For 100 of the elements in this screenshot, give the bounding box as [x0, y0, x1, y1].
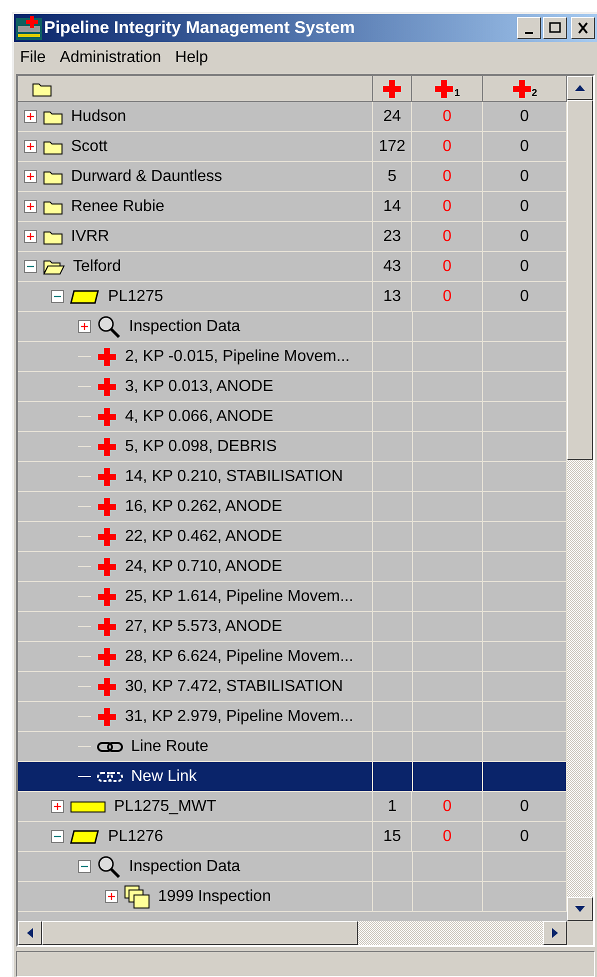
- count-total: 172: [378, 136, 406, 156]
- count-total: 1: [388, 796, 397, 816]
- count-level-one: 0: [442, 226, 452, 246]
- tree-label: Durward & Dauntless: [71, 166, 222, 186]
- count-level-one: 0: [442, 256, 452, 276]
- tree-label: 27, KP 5.573, ANODE: [125, 616, 282, 636]
- tree-row[interactable]: 24, KP 0.710, ANODE: [18, 552, 567, 582]
- chain-link-icon: [97, 740, 123, 754]
- tree-row[interactable]: 28, KP 6.624, Pipeline Movem...: [18, 642, 567, 672]
- tree-row[interactable]: 31, KP 2.979, Pipeline Movem...: [18, 702, 567, 732]
- close-button[interactable]: [571, 17, 595, 39]
- expand-toggle[interactable]: [24, 110, 37, 123]
- tree-label: 24, KP 0.710, ANODE: [125, 556, 282, 576]
- plus-icon: [26, 112, 35, 121]
- minimize-button[interactable]: [517, 17, 541, 39]
- folder-icon: [43, 198, 63, 214]
- tree-row[interactable]: 5, KP 0.098, DEBRIS: [18, 432, 567, 462]
- tree-row[interactable]: 22, KP 0.462, ANODE: [18, 522, 567, 552]
- expand-toggle[interactable]: [105, 890, 118, 903]
- count-level-one: 0: [442, 796, 452, 816]
- horizontal-scrollbar[interactable]: [18, 921, 567, 945]
- count-total: 15: [383, 826, 402, 846]
- tree-label: Inspection Data: [129, 856, 240, 876]
- tree-label: 31, KP 2.979, Pipeline Movem...: [125, 706, 354, 726]
- tree-row[interactable]: PL1275_MWT 1 0 0: [18, 792, 567, 822]
- cross-icon: [97, 706, 117, 726]
- tree-row[interactable]: Renee Rubie 14 0 0: [18, 192, 567, 222]
- tree-row[interactable]: Inspection Data: [18, 312, 567, 342]
- tree-label: IVRR: [71, 226, 110, 246]
- folder-icon: [43, 168, 63, 184]
- count-level-two: 0: [520, 256, 529, 276]
- scroll-up-button[interactable]: [567, 76, 593, 100]
- scroll-thumb[interactable]: [42, 921, 358, 945]
- column-subscript: 1: [454, 89, 460, 99]
- tree-label: 30, KP 7.472, STABILISATION: [125, 676, 343, 696]
- tree-row[interactable]: 4, KP 0.066, ANODE: [18, 402, 567, 432]
- count-level-one: 0: [442, 166, 452, 186]
- tree-row[interactable]: Durward & Dauntless 5 0 0: [18, 162, 567, 192]
- expand-toggle[interactable]: [24, 140, 37, 153]
- tree-row[interactable]: Telford 43 0 0: [18, 252, 567, 282]
- chain-link-icon: [97, 770, 123, 784]
- tree-label: Renee Rubie: [71, 196, 164, 216]
- expand-toggle[interactable]: [51, 800, 64, 813]
- tree-row[interactable]: PL1276 15 0 0: [18, 822, 567, 852]
- menu-item[interactable]: Administration: [56, 46, 166, 70]
- folder-icon: [43, 108, 63, 124]
- collapse-toggle[interactable]: [51, 830, 64, 843]
- expand-toggle[interactable]: [78, 320, 91, 333]
- tree-row[interactable]: 2, KP -0.015, Pipeline Movem...: [18, 342, 567, 372]
- tree-row[interactable]: Inspection Data: [18, 852, 567, 882]
- tree-label: PL1275_MWT: [114, 796, 216, 816]
- cross-icon: [97, 496, 117, 516]
- tree-row[interactable]: PL1275 13 0 0: [18, 282, 567, 312]
- scroll-down-button[interactable]: [567, 897, 593, 921]
- column-subscript: 2: [532, 89, 538, 99]
- left-arrow-icon: [27, 928, 33, 938]
- scroll-left-button[interactable]: [18, 921, 42, 945]
- maximize-button[interactable]: [543, 17, 567, 39]
- expand-toggle[interactable]: [24, 200, 37, 213]
- tree-row[interactable]: Hudson 24 0 0: [18, 102, 567, 132]
- collapse-toggle[interactable]: [24, 260, 37, 273]
- collapse-toggle[interactable]: [78, 860, 91, 873]
- tree-label: Line Route: [131, 736, 208, 756]
- tree-row[interactable]: 3, KP 0.013, ANODE: [18, 372, 567, 402]
- count-level-two: 0: [520, 196, 529, 216]
- menu-item[interactable]: File: [16, 46, 50, 70]
- column-header[interactable]: 1: [412, 76, 483, 101]
- tree-row[interactable]: Scott 172 0 0: [18, 132, 567, 162]
- cross-icon: [97, 526, 117, 546]
- cross-icon: [97, 586, 117, 606]
- expand-toggle[interactable]: [24, 230, 37, 243]
- tree-row[interactable]: New Link: [18, 762, 567, 792]
- tree-row[interactable]: 30, KP 7.472, STABILISATION: [18, 672, 567, 702]
- pipe-icon: [70, 800, 106, 814]
- count-level-two: 0: [520, 226, 529, 246]
- tree-row[interactable]: IVRR 23 0 0: [18, 222, 567, 252]
- tree-label: 5, KP 0.098, DEBRIS: [125, 436, 277, 456]
- tree-label: 14, KP 0.210, STABILISATION: [125, 466, 343, 486]
- tree-row[interactable]: 1999 Inspection: [18, 882, 567, 912]
- tree-row[interactable]: 25, KP 1.614, Pipeline Movem...: [18, 582, 567, 612]
- tree-row[interactable]: 14, KP 0.210, STABILISATION: [18, 462, 567, 492]
- folder-icon: [32, 80, 52, 96]
- right-arrow-icon: [552, 928, 558, 938]
- up-arrow-icon: [575, 85, 585, 91]
- count-level-two: 0: [520, 826, 529, 846]
- expand-toggle[interactable]: [24, 170, 37, 183]
- count-level-two: 0: [520, 796, 529, 816]
- collapse-toggle[interactable]: [51, 290, 64, 303]
- count-level-two: 0: [520, 136, 529, 156]
- menu-item[interactable]: Help: [171, 46, 212, 70]
- magnifier-icon: [97, 854, 121, 878]
- scroll-right-button[interactable]: [543, 921, 567, 945]
- count-total: 23: [383, 226, 401, 246]
- tree-row[interactable]: 27, KP 5.573, ANODE: [18, 612, 567, 642]
- tree-row[interactable]: 16, KP 0.262, ANODE: [18, 492, 567, 522]
- scroll-thumb[interactable]: [567, 100, 593, 460]
- count-total: 24: [383, 106, 401, 126]
- count-level-two: 0: [520, 166, 529, 186]
- vertical-scrollbar[interactable]: [567, 76, 593, 921]
- tree-label: 25, KP 1.614, Pipeline Movem...: [125, 586, 354, 606]
